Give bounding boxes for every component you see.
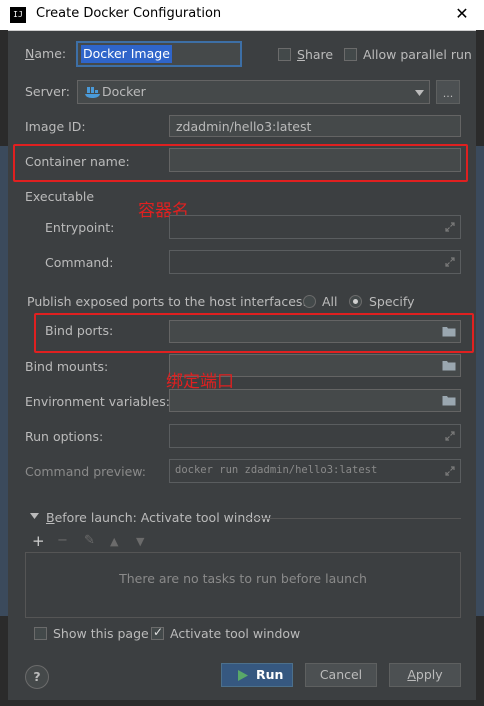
image-id-field[interactable]: zdadmin/hello3:latest	[169, 115, 461, 137]
parallel-run-label: Allow parallel run	[363, 47, 472, 62]
collapse-triangle-icon[interactable]	[30, 513, 39, 520]
folder-icon[interactable]	[442, 395, 456, 406]
folder-icon[interactable]	[442, 326, 456, 337]
container-name-field[interactable]	[169, 148, 461, 172]
activate-tool-window-label: Activate tool window	[170, 626, 301, 641]
activate-tool-window-checkbox[interactable]	[151, 625, 164, 640]
server-value: Docker	[102, 84, 146, 99]
name-label: Name:	[25, 46, 67, 61]
command-preview-value: docker run zdadmin/hello3:latest	[175, 464, 378, 476]
chevron-down-icon	[415, 90, 424, 96]
close-icon[interactable]: ✕	[452, 3, 472, 25]
bind-ports-label: Bind ports:	[45, 323, 114, 338]
publish-all-label: All	[322, 294, 338, 309]
image-id-label: Image ID:	[25, 119, 86, 134]
expand-icon[interactable]	[445, 431, 455, 441]
window-frame-right-accent	[476, 146, 484, 616]
remove-icon[interactable]: −	[57, 533, 68, 549]
before-launch-divider	[245, 518, 461, 519]
server-label: Server:	[25, 84, 70, 99]
title-bar: IJ Create Docker Configuration ✕	[0, 0, 484, 31]
entrypoint-label: Entrypoint:	[45, 220, 115, 235]
executable-section-label: Executable	[25, 189, 95, 204]
folder-icon[interactable]	[442, 360, 456, 371]
bind-ports-field[interactable]	[169, 320, 461, 343]
env-vars-label: Environment variables:	[25, 394, 170, 409]
help-button[interactable]: ?	[25, 665, 49, 689]
run-button[interactable]: Run	[221, 663, 293, 687]
intellij-app-icon: IJ	[10, 7, 26, 23]
show-page-checkbox[interactable]	[34, 627, 47, 640]
show-page-label: Show this page	[53, 626, 149, 641]
name-value: Docker Image	[81, 45, 172, 63]
run-button-label: Run	[256, 667, 284, 682]
window-frame-bottom	[0, 700, 484, 706]
command-label: Command:	[45, 255, 114, 270]
window-title: Create Docker Configuration	[36, 6, 222, 21]
publish-all-radio[interactable]	[303, 295, 316, 308]
command-preview-label: Command preview:	[25, 464, 147, 479]
publish-specify-radio[interactable]	[349, 295, 362, 308]
apply-button[interactable]: Apply	[389, 663, 461, 687]
cancel-button[interactable]: Cancel	[305, 663, 377, 687]
entrypoint-field[interactable]	[169, 215, 461, 239]
share-checkbox[interactable]	[278, 48, 291, 61]
share-label: Share	[297, 47, 334, 62]
add-icon[interactable]: +	[32, 533, 45, 549]
publish-specify-label: Specify	[369, 294, 415, 309]
server-combo[interactable]: Docker	[77, 80, 430, 104]
edit-icon[interactable]: ✎	[84, 533, 95, 549]
command-preview-field: docker run zdadmin/hello3:latest	[169, 459, 461, 483]
move-up-icon[interactable]: ▲	[110, 534, 118, 550]
empty-tasks-text: There are no tasks to run before launch	[119, 571, 367, 586]
bind-mounts-label: Bind mounts:	[25, 359, 109, 374]
run-options-field[interactable]	[169, 424, 461, 448]
name-field[interactable]: Docker Image	[76, 41, 242, 67]
before-launch-task-list[interactable]: There are no tasks to run before launch	[25, 552, 461, 618]
window-frame-left-accent	[0, 146, 8, 616]
container-name-label: Container name:	[25, 154, 130, 169]
container-name-value	[170, 149, 460, 152]
parallel-run-checkbox[interactable]	[344, 48, 357, 61]
before-launch-label[interactable]: Before launch: Activate tool window	[46, 510, 271, 525]
run-options-label: Run options:	[25, 429, 104, 444]
run-icon	[238, 670, 248, 681]
expand-icon[interactable]	[445, 466, 455, 476]
expand-icon[interactable]	[445, 257, 455, 267]
publish-ports-label: Publish exposed ports to the host interf…	[27, 294, 307, 309]
command-field[interactable]	[169, 250, 461, 274]
image-id-value: zdadmin/hello3:latest	[176, 119, 312, 134]
move-down-icon[interactable]: ▼	[136, 534, 144, 550]
server-more-button[interactable]: ...	[436, 80, 460, 104]
env-vars-field[interactable]	[169, 389, 461, 412]
expand-icon[interactable]	[445, 222, 455, 232]
